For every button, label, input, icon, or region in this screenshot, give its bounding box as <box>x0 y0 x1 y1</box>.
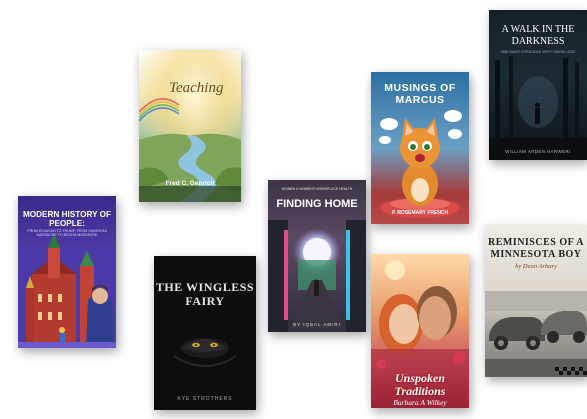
book-title: MODERN HISTORY OF PEOPLE: <box>22 210 112 228</box>
book-author: WILLIAM ARDEN HARWERI <box>505 149 571 154</box>
book-title: THE WINGLESS FAIRY <box>155 280 255 308</box>
book-author: BY IQBAL AMIRI <box>293 322 341 327</box>
book-author: P. ROSEMARY FRENCH <box>391 210 449 216</box>
book-author: KYE STROTHERS <box>177 396 233 402</box>
book-author: Fred C. Genrich <box>165 180 215 187</box>
book-title: MUSINGS OF MARCUS <box>384 82 456 106</box>
book-author: Barbara A Wilkey <box>393 398 447 407</box>
book-title: A WALK IN THE DARKNESS <box>501 24 575 47</box>
book-author: by Dean Arbury <box>515 263 557 270</box>
book-cover-unspoken-traditions[interactable]: Unspoken Traditions Barbara A Wilkey <box>371 254 469 408</box>
book-subtitle: FROM ELBASAN TO TRUMP, FROM SANKSHNI MAS… <box>27 229 107 238</box>
book-title: Unspoken Traditions <box>394 371 446 398</box>
book-cover-teaching[interactable]: ...TISM Teaching Fred C. Genrich <box>139 50 241 202</box>
book-title: FINDING HOME <box>276 198 358 210</box>
book-cover-finding-home[interactable]: WOMEN & WOMEN'S WORKPLACE HEALTH FINDING… <box>268 180 366 332</box>
book-cover-walk-in-darkness[interactable]: A WALK IN THE DARKNESS ONE MAN'S STRUGGL… <box>489 10 587 160</box>
book-cover-musings-of-marcus[interactable]: MUSINGS OF MARCUS P. ROSEMARY FRENCH <box>371 72 469 224</box>
book-title-line2: Teaching <box>169 80 224 96</box>
book-cover-modern-history[interactable]: MODERN HISTORY OF PEOPLE: FROM ELBASAN T… <box>18 196 116 348</box>
book-subtitle: ONE MAN'S STRUGGLE WITH VISION LOSS <box>500 50 576 54</box>
book-cover-minnesota-boy[interactable]: REMINISCES OF A MINNESOTA BOY by Dean Ar… <box>485 225 587 377</box>
book-kicker: WOMEN & WOMEN'S WORKPLACE HEALTH <box>281 187 353 191</box>
book-cover-wingless-fairy[interactable]: THE WINGLESS FAIRY KYE STROTHERS <box>154 256 256 410</box>
book-title: REMINISCES OF A MINNESOTA BOY <box>487 237 585 260</box>
